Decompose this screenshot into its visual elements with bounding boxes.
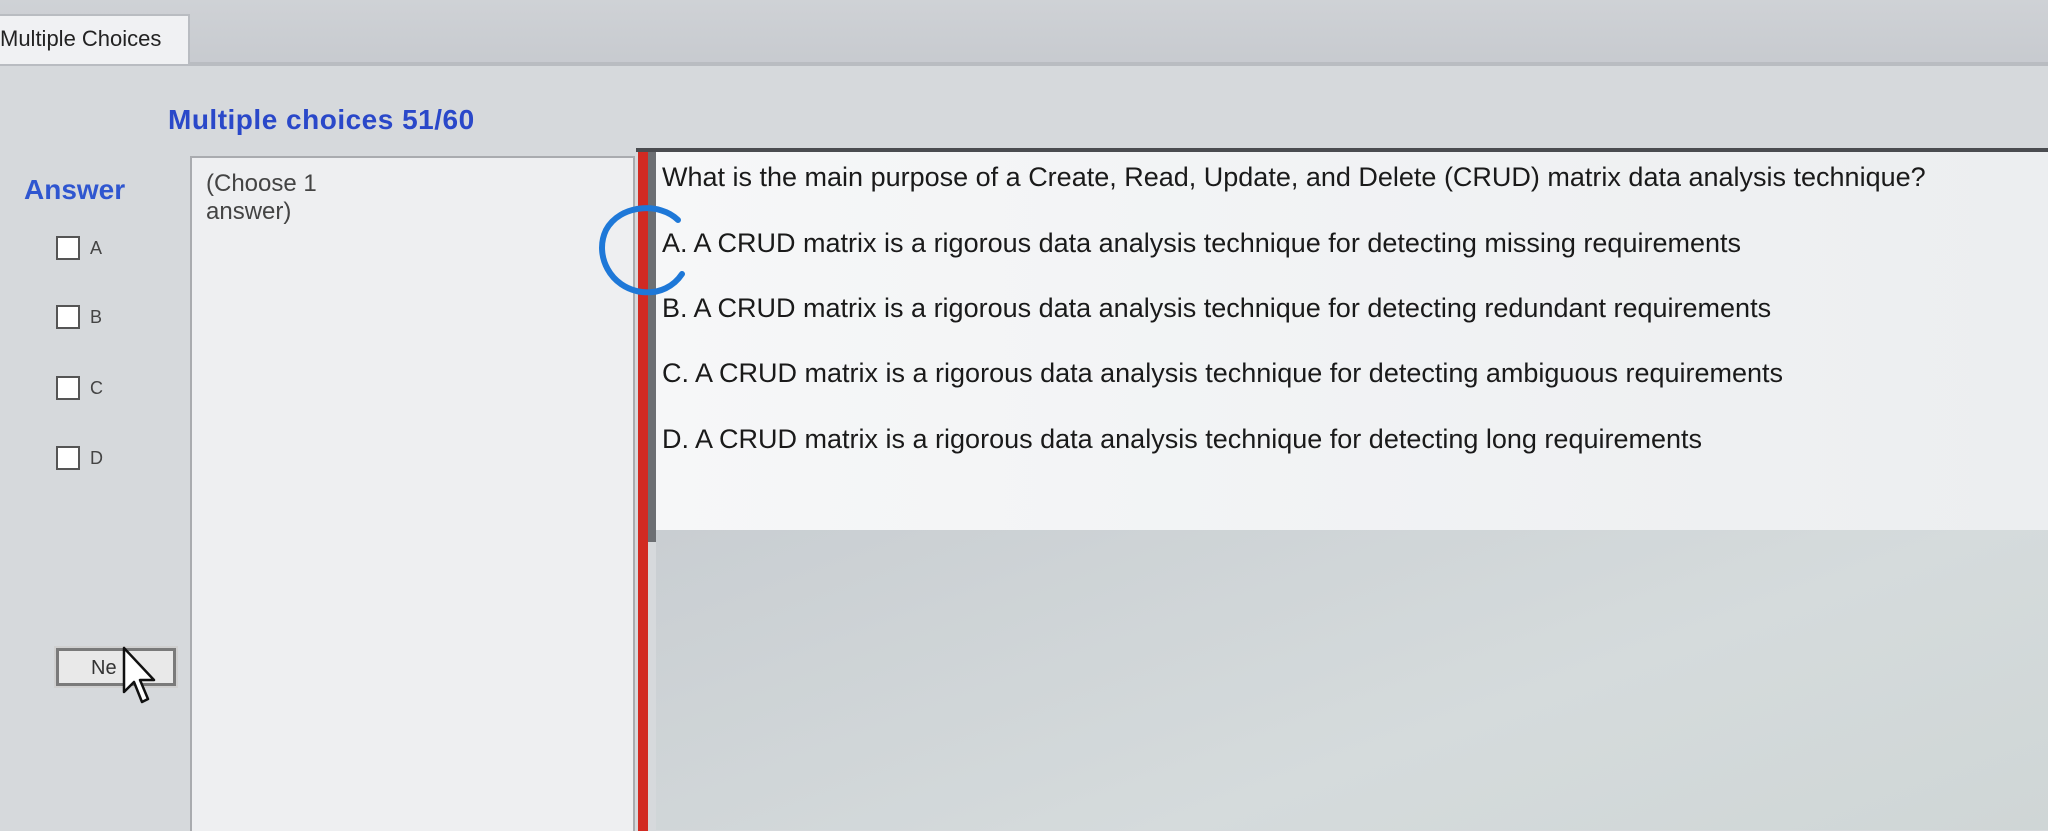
checkbox[interactable] [56,236,80,260]
tab-strip [0,62,2048,66]
choice-prefix: D. [662,424,689,454]
choice-text: A CRUD matrix is a rigorous data analysi… [695,358,1784,388]
choice-text: A CRUD matrix is a rigorous data analysi… [693,293,1772,323]
tab-label: Multiple Choices [0,26,162,51]
answer-label: Answer [24,174,126,205]
option-letter: B [90,306,103,327]
page-title: Multiple choices 51/60 [168,104,475,135]
instructions-panel [190,156,635,831]
choice-text: A CRUD matrix is a rigorous data analysi… [695,424,1703,454]
choice-prefix: C. [662,358,689,388]
choice-c: C. A CRUD matrix is a rigorous data anal… [662,358,1783,389]
question-panel-top-border [636,148,2048,152]
checkbox[interactable] [56,446,80,470]
instructions-text: (Choose 1 answer) [206,170,317,225]
checkbox[interactable] [56,305,80,329]
question-text: What is the main purpose of a Create, Re… [662,162,1926,192]
top-bar [0,0,2048,66]
option-b-checkbox[interactable]: B [56,301,102,333]
checkbox[interactable] [56,376,80,400]
option-a-checkbox[interactable]: A [56,232,102,264]
option-c-checkbox[interactable]: C [56,372,103,404]
option-d-checkbox[interactable]: D [56,442,103,474]
choice-text: A CRUD matrix is a rigorous data analysi… [693,228,1741,258]
next-button[interactable]: Ne [54,646,178,688]
question-panel-empty-area [656,530,2048,830]
option-letter: A [90,237,103,258]
choice-b: B. A CRUD matrix is a rigorous data anal… [662,293,1771,324]
tab-multiple-choices[interactable]: Multiple Choices [0,14,190,64]
option-letter: D [90,447,103,468]
mouse-pointer-icon [122,646,156,704]
circle-annotation-icon [599,205,685,296]
choice-d: D. A CRUD matrix is a rigorous data anal… [662,424,1702,455]
question-panel [652,150,2048,535]
next-button-label: Ne [91,657,117,679]
choice-a: A. A CRUD matrix is a rigorous data anal… [662,228,1741,259]
option-letter: C [90,377,103,398]
